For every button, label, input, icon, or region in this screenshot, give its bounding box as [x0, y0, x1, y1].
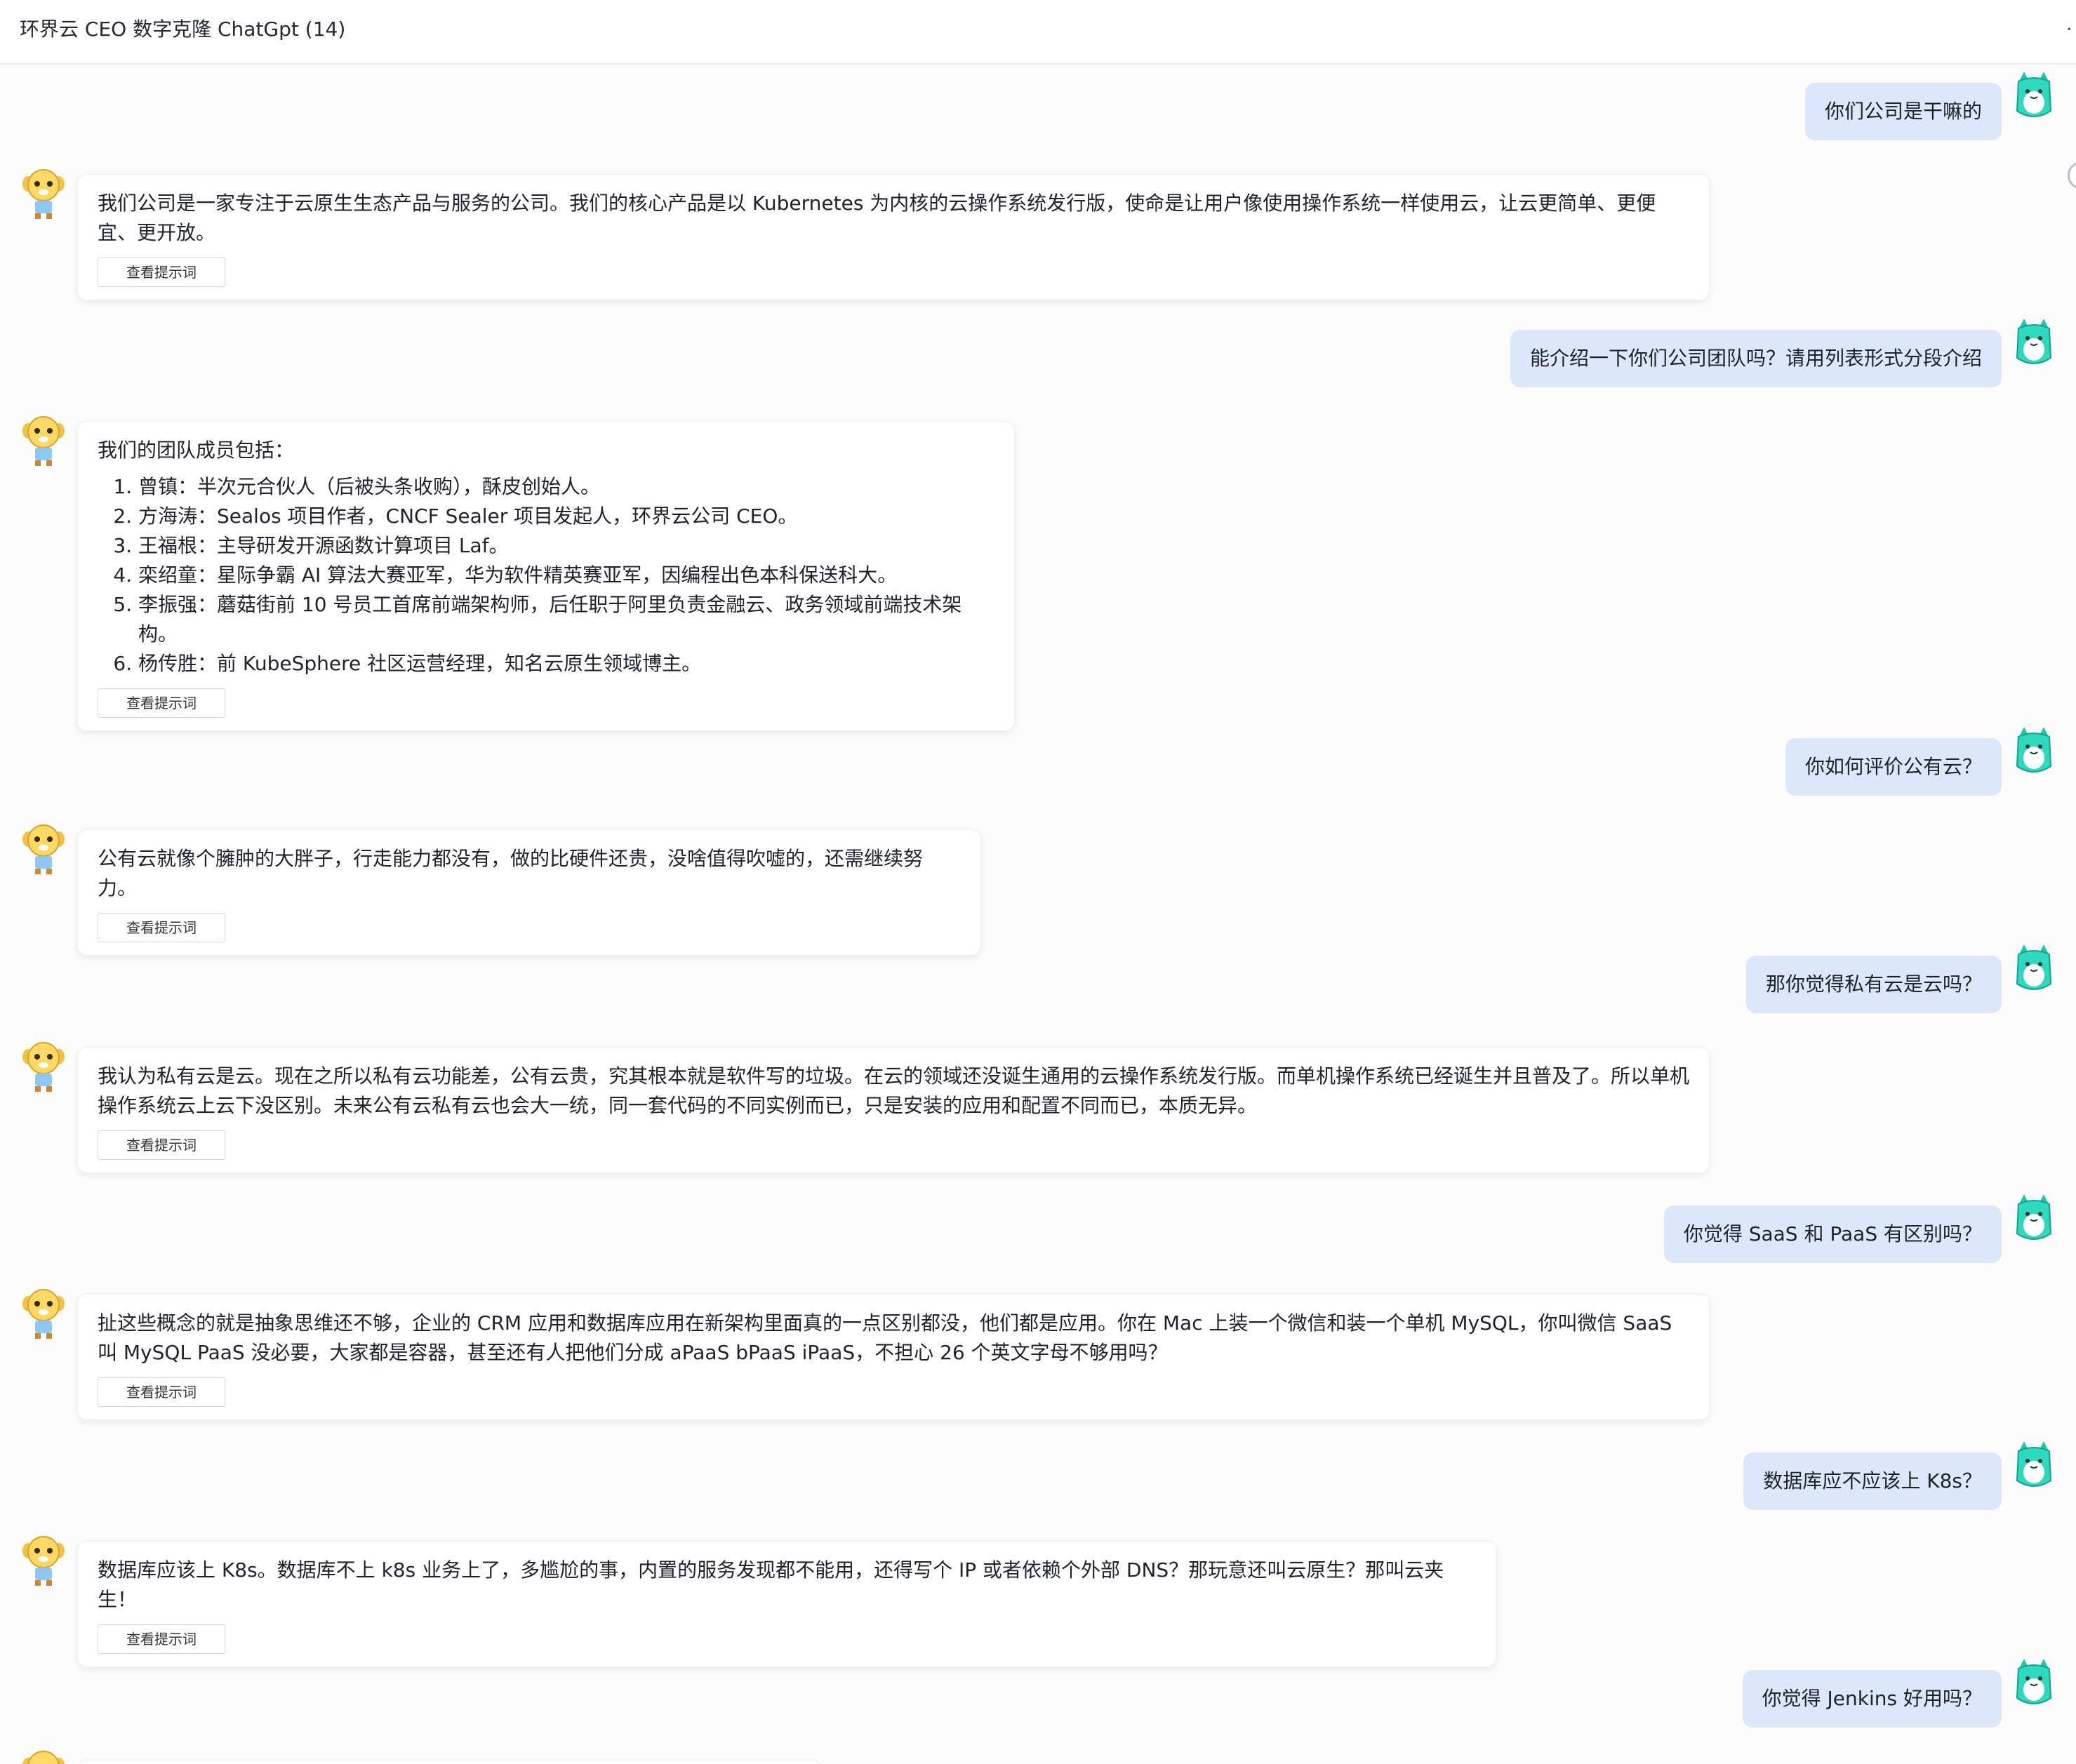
user-message: 那你觉得私有云是云吗？ [1745, 956, 2002, 1013]
bot-avatar-icon [22, 1289, 65, 1339]
user-message-text: 能介绍一下你们公司团队吗？请用列表形式分段介绍 [1529, 347, 1982, 370]
user-message-text: 你觉得 SaaS 和 PaaS 有区别吗？ [1683, 1222, 1982, 1245]
assistant-message: 公有云就像个臃肿的大胖子，行走能力都没有，做的比硬件还贵，没啥值得吹嘘的，还需继… [77, 829, 981, 956]
bot-avatar-icon [22, 169, 65, 219]
user-avatar-icon [2016, 1659, 2052, 1704]
user-avatar-icon [2016, 1194, 2052, 1240]
assistant-message [77, 1760, 821, 1764]
list-item: 杨传胜：前 KubeSphere 社区运营经理，知名云原生领域博主。 [138, 649, 994, 679]
user-message: 你觉得 Jenkins 好用吗？ [1742, 1670, 2002, 1728]
bot-avatar-icon [22, 824, 65, 874]
user-message: 你觉得 SaaS 和 PaaS 有区别吗？ [1663, 1205, 2002, 1263]
window-titlebar: 环界云 CEO 数字克隆 ChatGpt (14) · [0, 0, 2076, 65]
view-prompt-button[interactable]: 查看提示词 [98, 688, 225, 718]
chat-scroll-area[interactable]: 你们公司是干嘛的 我们公司是一家专注于云原生生态产品与服务的公司。我们的核心产品… [0, 65, 2076, 1764]
user-message: 能介绍一下你们公司团队吗？请用列表形式分段介绍 [1510, 330, 2002, 387]
list-item: 栾绍童：星际争霸 AI 算法大赛亚军，华为软件精英赛亚军，因编程出色本科保送科大… [138, 561, 994, 590]
user-avatar-icon [2016, 319, 2052, 364]
bot-avatar-icon [22, 1751, 65, 1764]
assistant-message: 我认为私有云是云。现在之所以私有云功能差，公有云贵，究其根本就是软件写的垃圾。在… [77, 1047, 1710, 1173]
assistant-message-text: 我认为私有云是云。现在之所以私有云功能差，公有云贵，究其根本就是软件写的垃圾。在… [98, 1064, 1690, 1117]
scrollbar-handle[interactable] [2068, 161, 2076, 189]
list-item: 王福根：主导研发开源函数计算项目 Laf。 [138, 531, 994, 561]
user-message: 你们公司是干嘛的 [1804, 83, 2002, 140]
list-item: 曾镇：半次元合伙人（后被头条收购），酥皮创始人。 [138, 472, 994, 502]
user-message: 数据库应不应该上 K8s？ [1743, 1452, 2002, 1510]
chat-title: 环界云 CEO 数字克隆 ChatGpt (14) [20, 18, 346, 41]
user-message-text: 你觉得 Jenkins 好用吗？ [1762, 1687, 1982, 1710]
assistant-message-text: 扯这些概念的就是抽象思维还不够，企业的 CRM 应用和数据库应用在新架构里面真的… [98, 1311, 1672, 1364]
list-item: 方海涛：Sealos 项目作者，CNCF Sealer 项目发起人，环界云公司 … [138, 502, 994, 531]
user-avatar-icon [2016, 944, 2052, 990]
view-prompt-button[interactable]: 查看提示词 [98, 1377, 225, 1407]
view-prompt-button[interactable]: 查看提示词 [98, 1624, 225, 1654]
view-prompt-button[interactable]: 查看提示词 [98, 913, 225, 942]
view-prompt-button[interactable]: 查看提示词 [98, 1130, 225, 1160]
team-list: 曾镇：半次元合伙人（后被头条收购），酥皮创始人。 方海涛：Sealos 项目作者… [98, 472, 994, 679]
assistant-message-text: 我们的团队成员包括： [98, 439, 295, 462]
bot-avatar-icon [22, 416, 65, 466]
assistant-message-text: 公有云就像个臃肿的大胖子，行走能力都没有，做的比硬件还贵，没啥值得吹嘘的，还需继… [98, 847, 924, 900]
user-message-text: 数据库应不应该上 K8s？ [1763, 1469, 1982, 1492]
user-avatar-icon [2016, 72, 2052, 117]
user-message-text: 那你觉得私有云是云吗？ [1765, 973, 1982, 996]
assistant-message: 我们的团队成员包括： 曾镇：半次元合伙人（后被头条收购），酥皮创始人。 方海涛：… [77, 421, 1015, 731]
more-menu-icon[interactable]: · [2066, 15, 2072, 44]
user-avatar-icon [2016, 1441, 2052, 1487]
assistant-message: 扯这些概念的就是抽象思维还不够，企业的 CRM 应用和数据库应用在新架构里面真的… [77, 1294, 1710, 1420]
assistant-message-text: 数据库应该上 K8s。数据库不上 k8s 业务上了，多尴尬的事，内置的服务发现都… [98, 1558, 1444, 1611]
user-message-text: 你如何评价公有云？ [1804, 755, 1982, 778]
list-item: 李振强：蘑菇街前 10 号员工首席前端架构师，后任职于阿里负责金融云、政务领域前… [138, 590, 994, 649]
assistant-message-text: 我们公司是一家专注于云原生生态产品与服务的公司。我们的核心产品是以 Kubern… [98, 192, 1656, 244]
view-prompt-button[interactable]: 查看提示词 [98, 258, 225, 287]
user-message-text: 你们公司是干嘛的 [1824, 100, 1982, 123]
user-avatar-icon [2016, 727, 2052, 773]
user-message: 你如何评价公有云？ [1785, 738, 2002, 796]
bot-avatar-icon [22, 1536, 65, 1586]
bot-avatar-icon [22, 1042, 65, 1092]
assistant-message: 数据库应该上 K8s。数据库不上 k8s 业务上了，多尴尬的事，内置的服务发现都… [77, 1541, 1496, 1667]
assistant-message: 我们公司是一家专注于云原生生态产品与服务的公司。我们的核心产品是以 Kubern… [77, 174, 1710, 300]
